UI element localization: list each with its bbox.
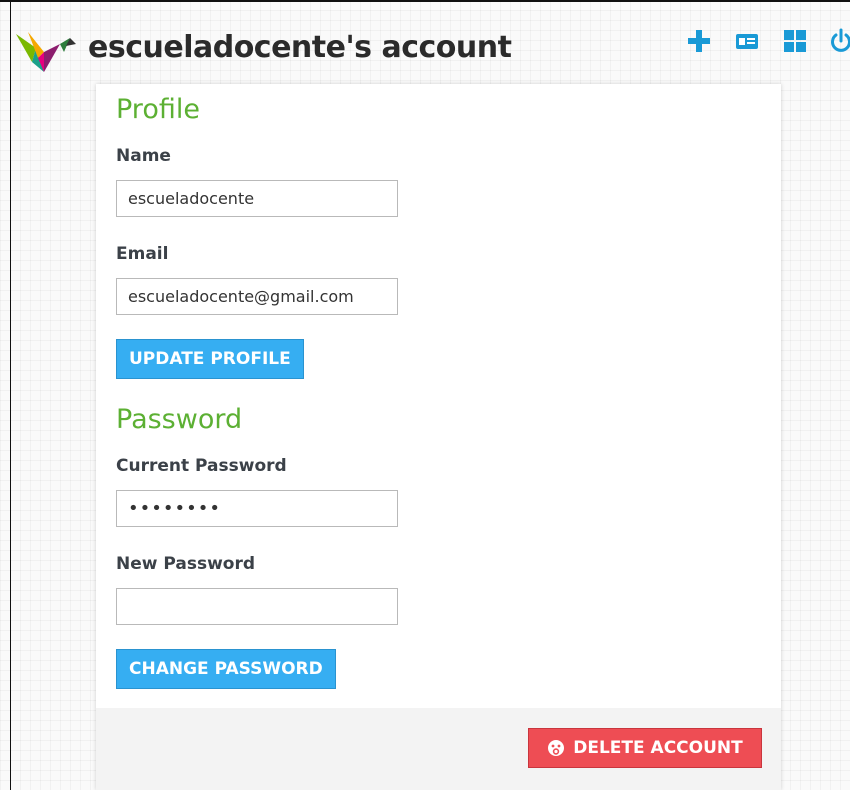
sad-face-icon: [548, 740, 565, 756]
password-section-title: Password: [116, 404, 243, 435]
new-password-label: New Password: [116, 554, 256, 574]
delete-account-label: DELETE ACCOUNT: [573, 738, 743, 758]
change-password-button[interactable]: CHANGE PASSWORD: [116, 649, 336, 689]
power-icon[interactable]: [828, 28, 850, 54]
grid-icon[interactable]: [782, 28, 808, 54]
profile-section-title: Profile: [116, 94, 200, 125]
origami-bird-logo-icon: [14, 28, 76, 74]
card-footer: DELETE ACCOUNT: [96, 708, 781, 790]
delete-account-button[interactable]: DELETE ACCOUNT: [528, 728, 762, 768]
update-profile-button[interactable]: UPDATE PROFILE: [116, 339, 304, 379]
page-title: escueladocente's account: [88, 30, 512, 65]
account-card: Profile Name Email UPDATE PROFILE Passwo…: [96, 84, 781, 790]
email-label: Email: [116, 244, 169, 264]
plus-icon[interactable]: [686, 28, 712, 54]
current-password-input[interactable]: [116, 490, 398, 527]
name-input[interactable]: [116, 180, 398, 217]
id-card-icon[interactable]: [734, 28, 760, 54]
window-frame-top: [0, 0, 850, 2]
current-password-label: Current Password: [116, 456, 287, 476]
name-label: Name: [116, 146, 171, 166]
email-input[interactable]: [116, 278, 398, 315]
window-frame-left: [10, 0, 11, 790]
new-password-input[interactable]: [116, 588, 398, 625]
